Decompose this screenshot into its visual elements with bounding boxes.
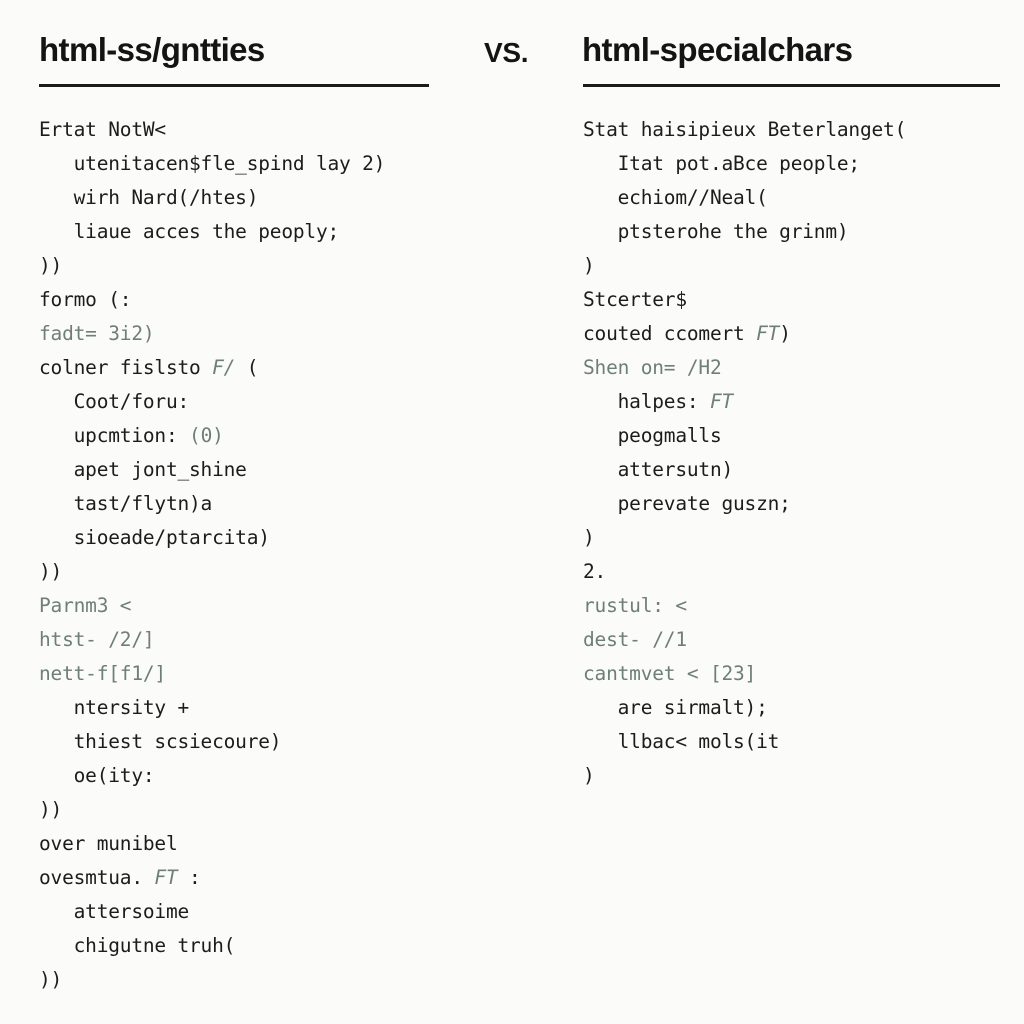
right-column-title: html-specialchars bbox=[582, 31, 853, 68]
left-code-token-accent: (0) bbox=[189, 424, 224, 447]
left-code-token-plain: upcmtion: bbox=[39, 424, 190, 447]
right-code-line: are sirmalt); bbox=[583, 696, 768, 719]
right-code-token-plain: halpes: bbox=[583, 390, 710, 413]
right-code-line: perevate guszn; bbox=[583, 492, 791, 515]
left-code-line: liaue acces the peoply; bbox=[39, 220, 340, 243]
right-code-line: couted ccomert FT) bbox=[583, 317, 1023, 351]
left-code-line: attersoime bbox=[39, 900, 190, 923]
left-code-token-plain: ( bbox=[235, 356, 259, 379]
left-code-line: ntersity + bbox=[39, 696, 190, 719]
right-code-line: ptsterohe the grinm) bbox=[583, 220, 849, 243]
left-code-line: ovesmtua. FT : bbox=[39, 861, 509, 895]
left-code-line: sioeade/ptarcita) bbox=[39, 526, 270, 549]
right-code-line: ) bbox=[583, 254, 595, 277]
left-code-line: Coot/foru: bbox=[39, 390, 190, 413]
left-code-line: Parnm3 < bbox=[39, 594, 132, 617]
left-code-line: tast/flytn)a bbox=[39, 492, 213, 515]
left-code-line: nett-f[f1/] bbox=[39, 662, 166, 685]
left-column-title: html-ss/gntties bbox=[39, 31, 265, 68]
right-code-token-accent: FT bbox=[756, 322, 780, 345]
left-code-line: upcmtion: (0) bbox=[39, 419, 509, 453]
right-code-line: Stat haisipieux Beterlanget( bbox=[583, 118, 907, 141]
left-code-token-plain: ovesmtua. bbox=[39, 866, 155, 889]
right-code-block: Stat haisipieux Beterlanget( Itat pot.aB… bbox=[583, 113, 1023, 793]
left-code-token-accent: F/ bbox=[212, 356, 236, 379]
left-title-underline bbox=[39, 84, 429, 87]
left-code-line: colner fislsto F/ ( bbox=[39, 351, 509, 385]
left-code-line: )) bbox=[39, 254, 63, 277]
left-code-token-accent: FT bbox=[154, 866, 178, 889]
left-code-line: apet jont_shine bbox=[39, 458, 247, 481]
left-code-line: wirh Nard(/htes) bbox=[39, 186, 259, 209]
right-code-line: llbac< mols(it bbox=[583, 730, 780, 753]
right-code-line: Shen on= /H2 bbox=[583, 356, 722, 379]
left-code-line: thiest scsiecoure) bbox=[39, 730, 282, 753]
right-code-token-accent: FT bbox=[709, 390, 734, 413]
left-code-token-plain: : bbox=[177, 866, 201, 889]
left-code-line: fadt= 3i2) bbox=[39, 322, 155, 345]
left-code-line: htst- /2/] bbox=[39, 628, 155, 651]
right-code-line: Stcerter$ bbox=[583, 288, 687, 311]
left-code-line: Ertat NotW< bbox=[39, 118, 166, 141]
left-code-line: )) bbox=[39, 560, 63, 583]
right-code-line: 2. bbox=[583, 560, 607, 583]
right-code-line: echiom//Neal( bbox=[583, 186, 768, 209]
left-code-line: utenitacen$fle_spind lay 2) bbox=[39, 152, 386, 175]
right-code-line: peogmalls bbox=[583, 424, 722, 447]
left-code-line: formo (: bbox=[39, 288, 132, 311]
right-code-line: dest- //1 bbox=[583, 628, 687, 651]
right-code-line: halpes: FT bbox=[583, 385, 1023, 419]
left-code-line: )) bbox=[39, 798, 63, 821]
right-code-line: ) bbox=[583, 764, 595, 787]
left-code-line: chigutne truh( bbox=[39, 934, 236, 957]
right-code-line: ) bbox=[583, 526, 595, 549]
right-code-line: Itat pot.aBce people; bbox=[583, 152, 861, 175]
right-code-token-plain: couted ccomert bbox=[583, 322, 757, 345]
left-code-line: )) bbox=[39, 968, 63, 991]
comparison-page: html-ss/gntties VS. html-specialchars Er… bbox=[0, 0, 1024, 1024]
right-title-underline bbox=[583, 84, 1000, 87]
left-code-block: Ertat NotW< utenitacen$fle_spind lay 2) … bbox=[39, 113, 509, 997]
left-code-line: oe(ity: bbox=[39, 764, 155, 787]
right-code-line: cantmvet < [23] bbox=[583, 662, 757, 685]
left-code-token-plain: colner fislsto bbox=[39, 356, 213, 379]
vs-separator-label: VS. bbox=[484, 37, 529, 68]
right-code-line: rustul: < bbox=[583, 594, 687, 617]
left-code-line: over munibel bbox=[39, 832, 178, 855]
header-row: html-ss/gntties VS. html-specialchars bbox=[0, 22, 1024, 92]
right-code-token-plain: ) bbox=[779, 322, 791, 345]
right-code-line: attersutn) bbox=[583, 458, 734, 481]
